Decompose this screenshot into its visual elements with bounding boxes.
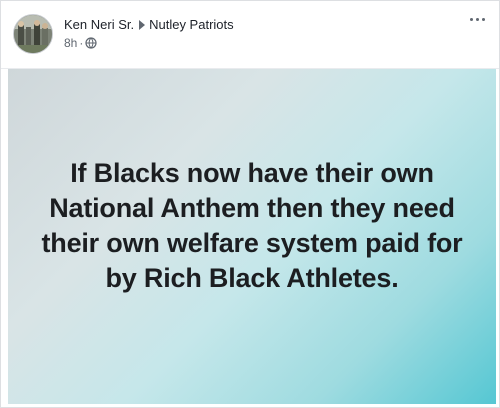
author-name-link[interactable]: Ken Neri Sr.: [64, 17, 134, 32]
post-header-text: Ken Neri Sr. Nutley Patriots 8h ·: [64, 17, 234, 53]
ellipsis-dot: [469, 17, 473, 21]
right-triangle-icon: [139, 20, 146, 30]
group-name-link[interactable]: Nutley Patriots: [149, 17, 234, 32]
avatar-image: [14, 15, 52, 53]
more-options-button[interactable]: [465, 11, 489, 27]
meta-separator: ·: [79, 36, 84, 50]
post-timestamp-link[interactable]: 8h: [64, 36, 77, 50]
author-line: Ken Neri Sr. Nutley Patriots: [64, 17, 234, 33]
post-header: Ken Neri Sr. Nutley Patriots 8h ·: [1, 1, 499, 69]
ellipsis-dot: [475, 17, 479, 21]
post-meta: 8h ·: [64, 36, 234, 53]
author-avatar[interactable]: [13, 14, 53, 54]
globe-icon[interactable]: [85, 37, 97, 53]
post-message-text: If Blacks now have their own National An…: [41, 157, 463, 293]
facebook-post: Ken Neri Sr. Nutley Patriots 8h · If Black…: [0, 0, 500, 408]
post-background-card: If Blacks now have their own National An…: [8, 69, 496, 404]
ellipsis-dot: [481, 17, 485, 21]
